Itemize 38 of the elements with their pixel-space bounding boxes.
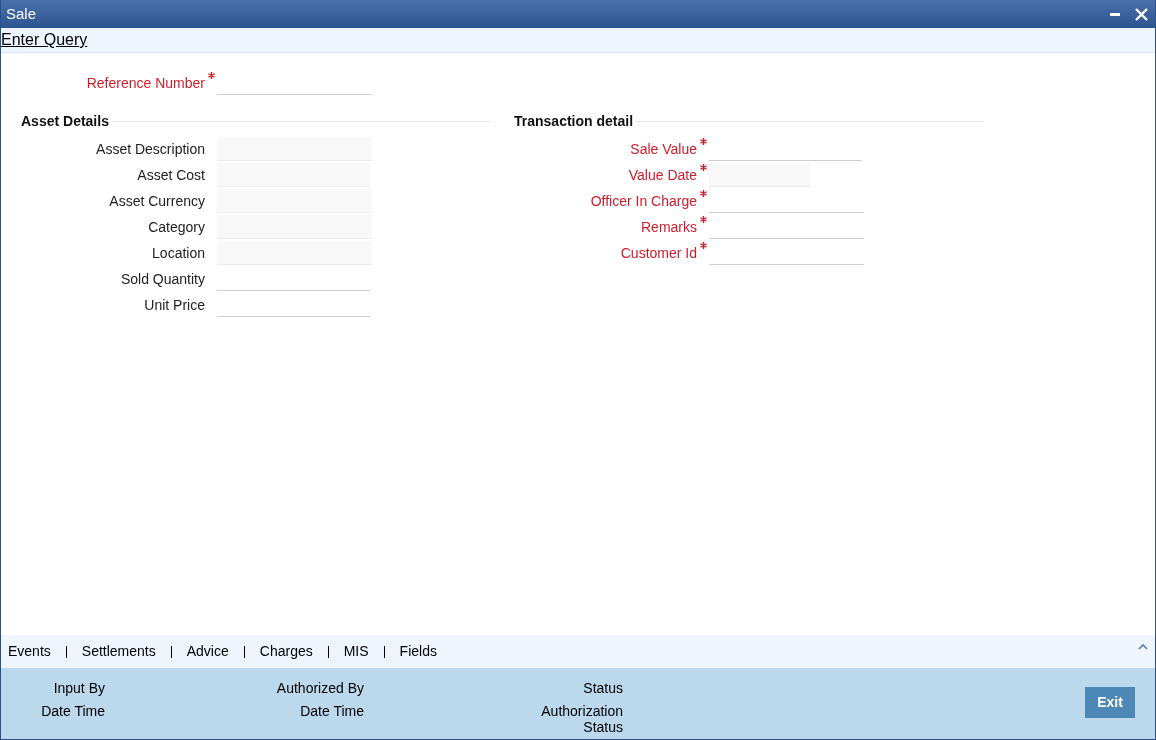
subsystem-tab[interactable]: MIS <box>343 641 369 662</box>
field-label: Asset Description <box>95 139 205 159</box>
audit-label: Date Time <box>41 703 105 719</box>
subsystem-tab[interactable]: Settlements <box>81 641 156 662</box>
enter-query-link[interactable]: Enter Query <box>1 28 88 52</box>
required-icon <box>700 190 707 197</box>
subsystem-tab[interactable]: Advice <box>186 641 229 662</box>
exit-button[interactable]: Exit <box>1085 687 1135 718</box>
subsystem-tab[interactable]: Fields <box>399 641 437 662</box>
field-label: Location <box>151 243 205 263</box>
audit-label: Status <box>583 680 623 696</box>
field-label: Sale Value <box>629 139 697 159</box>
collapse-icon[interactable] <box>1138 643 1148 651</box>
field-label: Officer In Charge <box>589 191 697 211</box>
field-label: Customer Id <box>619 243 697 263</box>
field-label: Sold Quantity <box>119 269 205 289</box>
required-icon <box>700 138 707 145</box>
audit-label: Authorized By <box>276 680 364 696</box>
required-icon <box>700 242 707 249</box>
audit-label: Date Time <box>300 703 364 719</box>
audit-label: Input By <box>53 680 105 696</box>
subsystem-tab[interactable]: Charges <box>259 641 313 662</box>
field-label: Asset Currency <box>108 191 205 211</box>
field-label: Category <box>147 217 205 237</box>
section-heading: Asset Details <box>21 112 109 131</box>
required-icon <box>700 216 707 223</box>
close-icon[interactable] <box>1135 7 1148 21</box>
required-icon <box>208 72 215 79</box>
required-icon <box>700 164 707 171</box>
subsystem-tab[interactable]: Events <box>8 641 51 662</box>
field-label: Reference Number <box>85 73 205 93</box>
field-label: Asset Cost <box>136 165 205 185</box>
field-label: Unit Price <box>143 295 205 315</box>
section-heading: Transaction detail <box>514 112 634 131</box>
field-label: Value Date <box>627 165 697 185</box>
audit-label: Authorization Status <box>540 703 623 735</box>
field-label: Remarks <box>640 217 697 237</box>
window-title: Sale <box>6 3 37 24</box>
